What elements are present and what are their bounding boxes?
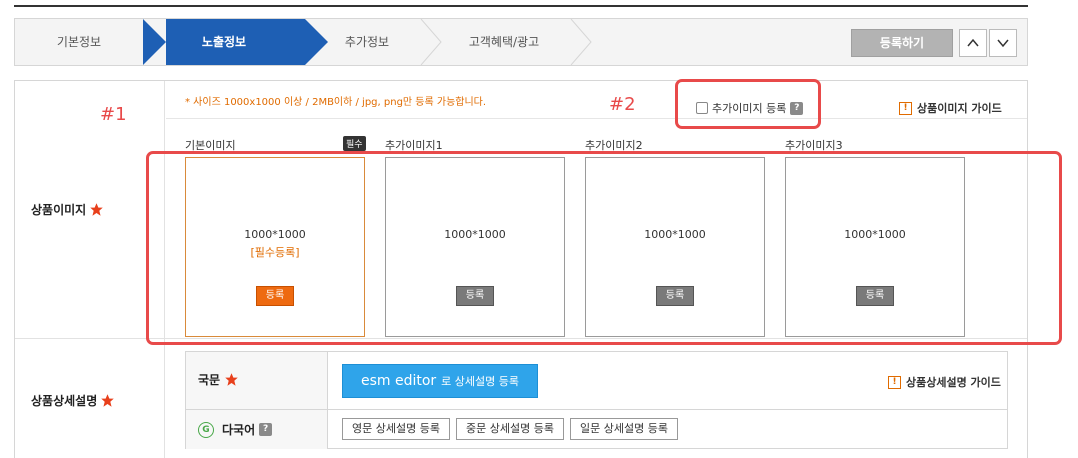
annotation-label-2: #2 [609, 94, 636, 115]
step-navigation-bar: 기본정보 노출정보 추가정보 고객혜택/광고 등록하기 [14, 18, 1028, 66]
multilang-label-text: 다국어 [222, 423, 256, 437]
help-icon[interactable]: ? [259, 423, 273, 436]
product-image-label: 상품이미지 [31, 201, 104, 218]
top-border-line [14, 5, 1028, 7]
english-detail-button[interactable]: 영문 상세설명 등록 [342, 418, 450, 440]
product-image-label-text: 상품이미지 [31, 203, 87, 217]
chevron-up-icon [967, 38, 979, 47]
chevron-down-icon [997, 39, 1009, 48]
required-star-icon [101, 394, 114, 407]
table-row-divider [328, 409, 1008, 410]
section-divider [166, 118, 1027, 119]
warning-icon: ! [899, 101, 912, 115]
korean-label-text: 국문 [198, 373, 221, 387]
register-button[interactable]: 등록하기 [851, 29, 953, 57]
esm-editor-button[interactable]: esm editor 로 상세설명 등록 [342, 364, 538, 398]
required-star-icon [90, 203, 103, 216]
step-additional-info[interactable]: 추가정보 [305, 19, 429, 65]
scroll-up-button[interactable] [959, 29, 987, 57]
annotation-label-1: #1 [100, 104, 127, 125]
korean-label: 국문 [198, 371, 239, 388]
step-benefit-ad[interactable]: 고객혜택/광고 [429, 19, 579, 65]
chevron-right-icon [570, 19, 592, 65]
japanese-detail-button[interactable]: 일문 상세설명 등록 [570, 418, 678, 440]
required-star-icon [225, 373, 238, 386]
korean-label-cell: 국문 [186, 352, 328, 409]
multilang-label: G 다국어 ? [198, 421, 273, 438]
detail-guide-link[interactable]: ! 상품상세설명 가이드 [888, 374, 1001, 390]
esm-editor-action: 로 상세설명 등록 [441, 375, 520, 388]
step-display-info-active[interactable]: 노출정보 [143, 19, 328, 65]
detail-guide-text: 상품상세설명 가이드 [906, 376, 1001, 389]
image-size-notice: * 사이즈 1000x1000 이상 / 2MB이하 / jpg, png만 등… [185, 97, 487, 108]
image-guide-link[interactable]: ! 상품이미지 가이드 [899, 100, 1002, 116]
image-guide-text: 상품이미지 가이드 [917, 102, 1002, 115]
required-badge: 필수 [343, 136, 366, 151]
product-detail-label-text: 상품상세설명 [31, 394, 98, 408]
warning-icon: ! [888, 375, 901, 389]
esm-editor-brand: esm editor [360, 373, 437, 389]
step-basic-info[interactable]: 기본정보 [15, 19, 143, 65]
chinese-detail-button[interactable]: 중문 상세설명 등록 [456, 418, 564, 440]
scroll-down-button[interactable] [989, 29, 1017, 57]
detail-description-table: 국문 G 다국어 ? esm editor 로 상세설명 등록 ! 상품상세설명… [185, 351, 1008, 449]
annotation-box-2 [675, 79, 821, 129]
annotation-box-1 [146, 151, 1062, 345]
product-detail-label: 상품상세설명 [31, 392, 115, 409]
global-icon: G [198, 421, 214, 438]
multilang-label-cell: G 다국어 ? [186, 409, 328, 449]
